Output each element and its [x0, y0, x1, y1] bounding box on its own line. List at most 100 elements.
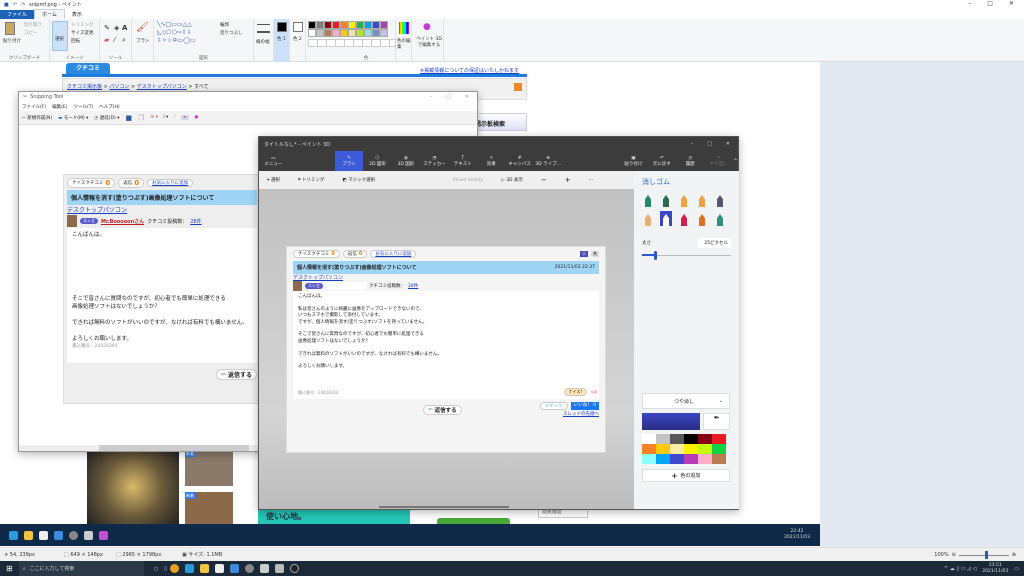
canvas-scrollbar[interactable] — [379, 506, 509, 508]
chrome-icon[interactable] — [169, 564, 179, 573]
brush-option[interactable] — [678, 211, 690, 226]
palette-color[interactable] — [324, 21, 332, 29]
magic-select-button[interactable]: ◩ マジック選択 — [342, 177, 375, 183]
palette-color[interactable] — [348, 29, 356, 37]
shapes-gallery[interactable]: ╲∿□▭▭△△ ◺◇⬠⬡⇨⇧⇩ ⇩✧☆✡▭◯▭ — [157, 21, 196, 45]
color2-button[interactable]: 色 2 — [290, 19, 306, 62]
category-link[interactable]: デスクトップパソコン — [67, 205, 257, 214]
reply-button[interactable]: ⇦ 返信する — [215, 369, 257, 380]
text-icon[interactable]: A — [122, 24, 127, 32]
user-name-link[interactable]: Mr.Booooonさん — [101, 218, 144, 225]
palette-color[interactable] — [308, 21, 316, 29]
dell-icon[interactable] — [244, 564, 254, 573]
crop-button[interactable]: トリミング — [71, 22, 94, 28]
paste-button[interactable]: 貼り付け — [3, 38, 21, 44]
palette-color[interactable] — [642, 454, 656, 464]
palette-color[interactable] — [316, 21, 324, 29]
clock[interactable]: 23:51 2021/11/03 — [982, 563, 1008, 575]
like-button[interactable]: いいね！ 0 — [570, 402, 599, 410]
palette-color[interactable] — [712, 434, 726, 444]
post-count-link[interactable]: 28件 — [408, 283, 418, 289]
add-color-button[interactable]: + 色の追加 — [642, 469, 730, 482]
palette-color[interactable] — [684, 444, 698, 454]
tool-brush[interactable]: ✎ ブラシ — [334, 151, 364, 171]
reply-button[interactable]: ⇦ 返信する — [423, 404, 462, 415]
close-button[interactable]: ✕ — [1009, 0, 1014, 7]
palette-color[interactable] — [364, 29, 372, 37]
maximize-button[interactable]: □ — [987, 0, 993, 7]
brush-option[interactable] — [642, 192, 654, 207]
mixed-reality-button[interactable]: Mixed Reality — [453, 178, 483, 183]
paint3d-icon[interactable]: ● — [195, 115, 199, 120]
color-picker-icon[interactable]: ⁄ — [114, 36, 115, 44]
tool-3d-library[interactable]: ⊛ 3D ライブ... — [534, 151, 562, 171]
palette-color[interactable] — [698, 444, 712, 454]
breadcrumb-link[interactable]: デスクトップパソコン — [137, 84, 187, 90]
palette-color[interactable] — [670, 434, 684, 444]
snipping-tool-icon[interactable] — [259, 564, 269, 573]
start-button[interactable]: ⊞ — [6, 564, 13, 573]
resize-button[interactable]: サイズ変更 — [71, 30, 93, 36]
thickness-slider[interactable] — [642, 251, 731, 261]
search-board-box[interactable]: 掲示板検索 — [470, 113, 527, 131]
undo-icon[interactable]: ↶ — [13, 2, 17, 8]
brush-option[interactable] — [678, 192, 690, 207]
fill-icon[interactable]: ◈ — [114, 24, 119, 32]
palette-color[interactable] — [684, 454, 698, 464]
palette-color[interactable] — [642, 444, 656, 454]
maximize-button[interactable]: □ — [707, 141, 712, 147]
eyedropper-button[interactable]: ✒ — [703, 413, 730, 430]
zoom-in-button[interactable]: ⊕ — [1012, 552, 1016, 558]
disclaimer-link[interactable]: ※掲載情報についての保証はいたしかねます — [420, 67, 519, 74]
redo-button[interactable]: ↷ やり直し — [705, 151, 733, 171]
palette-color[interactable] — [356, 21, 364, 29]
palette-color[interactable] — [332, 21, 340, 29]
notification-icon[interactable]: ▭ — [1014, 566, 1019, 572]
palette-color[interactable] — [712, 444, 726, 454]
menu-edit[interactable]: 編集(E) — [52, 104, 67, 110]
slider-thumb[interactable] — [654, 251, 658, 260]
menu-tools[interactable]: ツール(T) — [73, 104, 93, 110]
copy-button[interactable]: コピー — [24, 30, 38, 36]
palette-color[interactable] — [332, 29, 340, 37]
brush-option[interactable] — [660, 192, 672, 207]
add-favorite-button[interactable]: お気に入りに追加 — [370, 250, 417, 258]
brushes-button[interactable]: 🖌 ブラシ — [132, 19, 154, 62]
cortana-icon[interactable]: ○ — [154, 566, 158, 572]
select-button[interactable]: ⌖ 選択 — [267, 177, 280, 183]
fill-button[interactable]: 塗りつぶし — [220, 30, 243, 36]
close-button[interactable]: ✕ — [726, 141, 730, 147]
thread-top-link[interactable]: スレッドの先頭へ — [563, 411, 599, 417]
zoom-in-button[interactable]: + — [565, 176, 571, 184]
palette-color[interactable] — [324, 29, 332, 37]
finish-dropdown[interactable]: つや消し ⌄ — [642, 393, 730, 409]
breadcrumb-link[interactable]: パソコン — [109, 84, 129, 90]
palette-color[interactable] — [642, 434, 656, 444]
palette-color[interactable] — [380, 21, 388, 29]
palette-color[interactable] — [656, 444, 670, 454]
eraser-icon[interactable]: ▰ — [104, 36, 109, 44]
send-icon[interactable]: ✉ ▾ — [150, 115, 157, 120]
minimize-button[interactable]: – — [691, 141, 694, 147]
palette-color[interactable] — [670, 444, 684, 454]
menu-button[interactable]: ▭ メニュー — [259, 151, 287, 171]
font-small-button[interactable]: 小 — [580, 251, 588, 257]
paint3d-button[interactable]: ● ペイント 3D で編集する — [412, 19, 444, 62]
obs-icon[interactable] — [289, 564, 299, 573]
palette-color[interactable] — [356, 29, 364, 37]
tool-effects[interactable]: ☼ 効果 — [477, 151, 505, 171]
paint3d-image[interactable]: ナイスクチコミ 0 返信 0 お気に入りに追加 小 大 個人情報を消す(塗りつぶす)… — [286, 246, 606, 453]
tool-3d-shapes[interactable]: ◍ 3D 図形 — [392, 151, 420, 171]
product-thumb[interactable]: 新着 — [185, 450, 233, 486]
magnifier-icon[interactable]: ⌕ — [122, 36, 126, 45]
product-thumb[interactable]: 新着 — [185, 492, 233, 524]
3d-view-button[interactable]: ▷ 3D 表示 — [501, 177, 523, 183]
task-view-icon[interactable]: ▯ — [164, 566, 167, 572]
tab-home[interactable]: ホーム — [34, 9, 65, 19]
brush-option[interactable] — [642, 211, 654, 226]
pen-icon[interactable]: ⁄ ▾ — [164, 115, 168, 120]
menu-help[interactable]: ヘルプ(H) — [99, 104, 119, 110]
tweet-button[interactable]: ツイート — [539, 402, 568, 410]
palette-color[interactable] — [372, 29, 380, 37]
palette-color[interactable] — [380, 29, 388, 37]
